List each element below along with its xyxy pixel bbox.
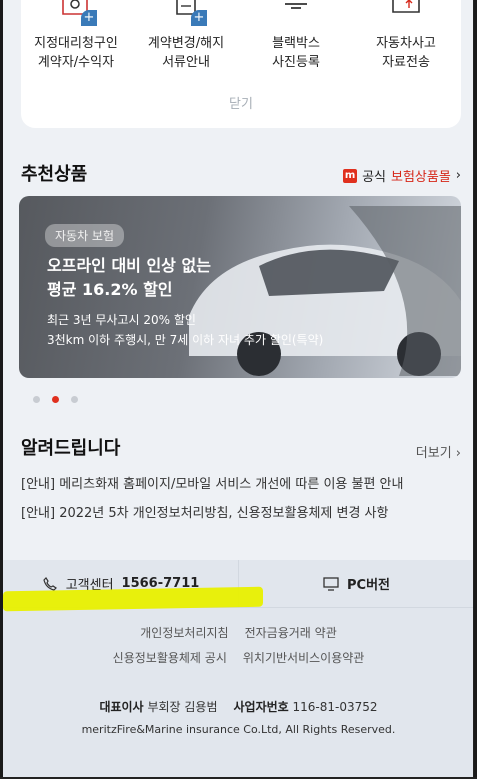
monitor-icon [323,576,339,591]
banner-subtext: 최근 3년 무사고시 20% 할인 3천km 이하 주행시, 만 7세 이하 자… [47,313,324,347]
company-info: 대표이사 부회장 김용범 사업자번호 116-81-03752 [3,698,473,715]
pc-version-button[interactable]: PC버전 [238,560,473,607]
menu-item-label: 블랙박스 사진등록 [272,36,320,70]
shop-highlight: 보험상품몰 [390,170,451,185]
shop-prefix: 공식 [362,170,386,185]
carousel-indicator [33,396,78,403]
meritz-m-icon: m [343,168,358,183]
ceo-value: 부회장 김용범 [147,700,218,714]
notice-item[interactable]: [안내] 메리츠화재 홈페이지/모바일 서비스 개선에 따른 이용 불편 안내 [21,473,461,492]
chevron-right-icon: › [455,168,461,183]
footer-link[interactable]: 개인정보처리지침 [140,624,228,641]
notice-item[interactable]: [안내] 2022년 5차 개인정보처리방침, 신용정보활용체제 변경 사항 [21,502,461,521]
menu-item-label: 계약변경/해지 서류안내 [147,36,225,70]
footer-link[interactable]: 위치기반서비스이용약관 [243,649,364,666]
copyright: meritzFire&Marine insurance Co.Ltd, All … [81,723,396,736]
carousel-dot[interactable] [71,396,78,403]
phone-icon [43,576,57,591]
biz-label: 사업자번호 [233,700,289,714]
footer-links-row: 개인정보처리지침 전자금융거래 약관 [3,624,473,641]
document-icon: + [167,0,207,26]
recommend-title: 추천상품 [21,164,88,185]
biz-value: 116-81-03752 [292,700,378,714]
mobile-page: + 지정대리청구인 계약자/수익자 + 계약변경/해지 서류안내 블랙박스 사진등록 … [3,0,474,777]
menu-item-label: 자동차사고 자료전송 [376,36,436,70]
car-image [189,206,461,376]
person-icon: + [57,0,97,26]
footer-link[interactable]: 전자금융거래 약관 [245,624,337,641]
carousel-dot-active[interactable] [52,396,59,403]
banner-headline: 오프라인 대비 인상 없는 평균 16.2% 할인 [47,256,211,299]
blackbox-icon [277,0,317,26]
official-shop-link[interactable]: m 공식 보험상품몰 › [343,166,461,185]
more-link[interactable]: 더보기 › [416,442,461,461]
footer-link[interactable]: 신용정보활용체제 공시 [113,649,227,666]
upload-icon [387,0,427,26]
recommend-banner[interactable]: 자동차 보험 오프라인 대비 인상 없는 평균 16.2% 할인 최근 3년 무… [19,196,461,378]
close-button[interactable]: 닫기 [21,93,461,112]
footer-links-row: 신용정보활용체제 공시 위치기반서비스이용약관 [3,649,473,666]
banner-tag: 자동차 보험 [45,224,125,247]
pc-version-label: PC버전 [347,578,390,593]
notice-title: 알려드립니다 [21,438,121,459]
ceo-label: 대표이사 [99,700,144,714]
menu-item-label: 지정대리청구인 계약자/수익자 [34,36,118,70]
carousel-dot[interactable] [33,396,40,403]
quick-menu-card: + 지정대리청구인 계약자/수익자 + 계약변경/해지 서류안내 블랙박스 사진등록 … [21,0,461,128]
